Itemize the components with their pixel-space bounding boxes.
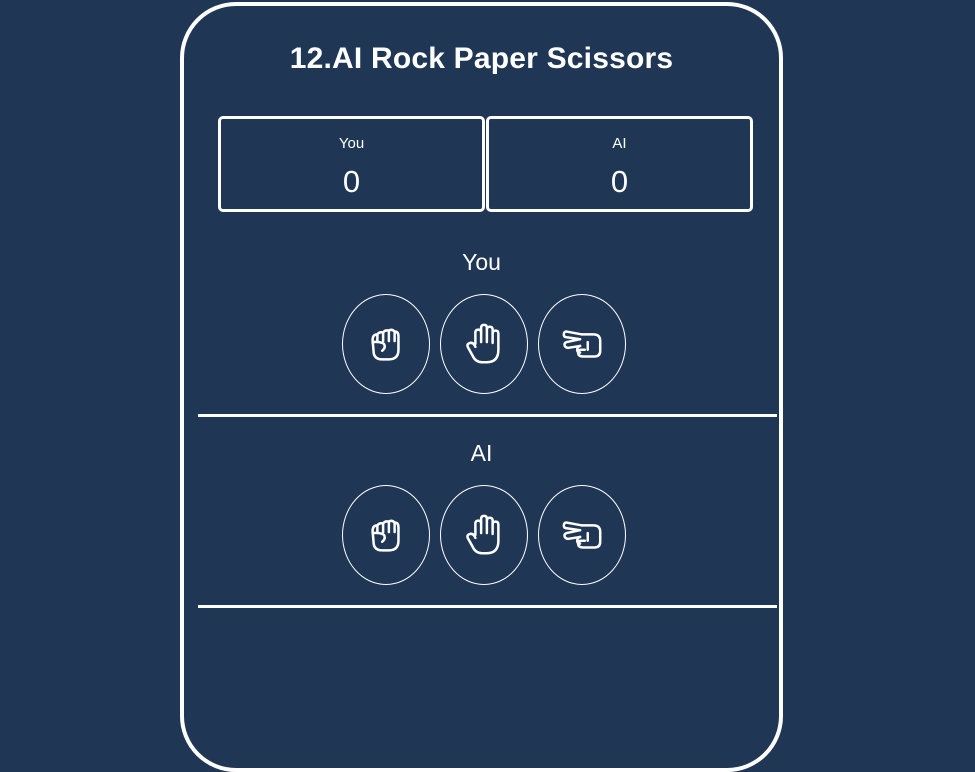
player-scissors-button[interactable] <box>538 294 626 394</box>
ai-choices <box>342 485 634 587</box>
ai-rock-choice <box>342 485 430 585</box>
player-section-label: You <box>462 249 501 275</box>
fist-icon <box>371 328 400 361</box>
scissors-hand-icon <box>562 330 602 358</box>
ai-scissors-choice <box>538 485 626 585</box>
player-rock-button[interactable] <box>342 294 430 394</box>
ai-score-label: AI <box>612 135 627 152</box>
ai-score-box: AI 0 <box>486 116 753 212</box>
player-score-label: You <box>338 135 365 152</box>
player-score-box: You 0 <box>218 116 485 212</box>
scissors-hand-icon <box>562 521 602 549</box>
player-section-divider <box>198 414 777 417</box>
ai-paper-choice <box>440 485 528 585</box>
open-hand-icon <box>466 323 500 364</box>
fist-icon <box>371 519 400 552</box>
game-card: 12.AI Rock Paper Scissors You 0 AI 0 You <box>180 2 783 772</box>
player-score-value: 0 <box>342 164 361 199</box>
ai-section-divider <box>198 605 777 608</box>
page-title: 12.AI Rock Paper Scissors <box>289 42 674 75</box>
player-choices <box>342 294 634 396</box>
open-hand-icon <box>466 514 500 555</box>
ai-score-value: 0 <box>610 164 629 199</box>
ai-section-label: AI <box>470 440 493 466</box>
player-paper-button[interactable] <box>440 294 528 394</box>
scoreboard: You 0 AI 0 <box>218 116 755 212</box>
